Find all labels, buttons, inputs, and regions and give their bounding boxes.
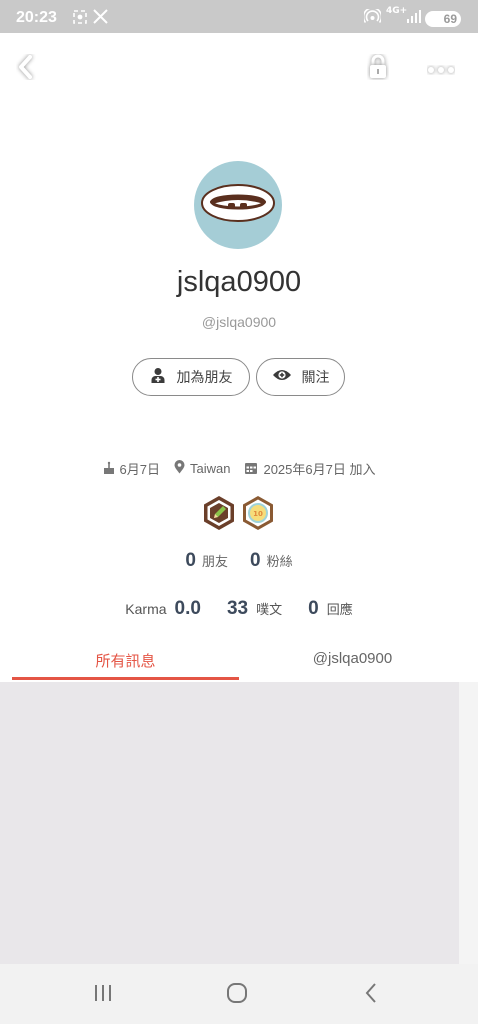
add-user-icon <box>150 367 167 388</box>
friends-stat[interactable]: 0 朋友 <box>185 550 228 572</box>
follow-button[interactable]: 關注 <box>256 358 345 396</box>
more-dots-icon <box>427 60 455 79</box>
battery-indicator: 69 <box>425 11 461 27</box>
tab-user-handle[interactable]: @jslqa0900 <box>239 650 466 680</box>
birthday-text: 6月7日 <box>119 462 160 477</box>
system-back-button[interactable] <box>351 978 391 1012</box>
tab-all-messages[interactable]: 所有訊息 <box>12 650 239 680</box>
add-friend-label: 加為朋友 <box>176 370 233 386</box>
display-name: jslqa0900 <box>176 266 302 298</box>
joined-text: 2025年6月7日 加入 <box>263 462 376 477</box>
calendar-icon <box>244 461 258 477</box>
friends-count: 0 <box>185 550 196 571</box>
lock-icon <box>367 54 389 84</box>
recent-apps-button[interactable] <box>83 978 123 1012</box>
status-time: 20:23 <box>16 9 57 26</box>
number-badge[interactable]: 10 <box>241 495 275 531</box>
badge-number: 10 <box>253 510 263 518</box>
location-text: Taiwan <box>190 461 231 476</box>
back-button[interactable] <box>9 52 43 86</box>
profile-meta: 6月7日 Taiwan 2025年6月7日 加入 <box>0 459 478 478</box>
joined-info: 2025年6月7日 加入 <box>244 459 375 478</box>
friends-fans-stats: 0 朋友 0 粉絲 <box>0 550 478 572</box>
fans-count: 0 <box>250 550 261 571</box>
chevron-left-icon <box>16 54 36 84</box>
cake-icon <box>103 461 115 477</box>
messages-feed[interactable] <box>0 682 459 964</box>
plurks-count: 33 <box>226 598 249 619</box>
karma-stats: Karma 0.0 33 噗文 0 回應 <box>0 598 478 620</box>
network-type: 4G+ <box>386 6 408 16</box>
responses-count: 0 <box>308 598 319 619</box>
signal-icon <box>406 9 421 27</box>
screenshot-icon <box>72 9 88 29</box>
sleepy-eye-avatar-icon <box>201 184 275 222</box>
more-options-button[interactable] <box>424 52 458 86</box>
friends-label: 朋友 <box>201 555 228 570</box>
status-bar: 20:23 4G+ 69 <box>0 0 478 33</box>
user-handle: @jslqa0900 <box>201 314 277 330</box>
responses-label: 回應 <box>326 603 353 618</box>
x-logo-icon <box>93 9 108 28</box>
fans-stat[interactable]: 0 粉絲 <box>250 550 293 572</box>
pencil-badge-icon <box>204 496 234 530</box>
fans-label: 粉絲 <box>266 555 293 570</box>
back-arrow-icon <box>363 982 379 1008</box>
follow-label: 關注 <box>301 370 330 386</box>
privacy-lock-button[interactable] <box>361 52 395 86</box>
avatar[interactable] <box>194 161 282 249</box>
feed-scrollbar-track[interactable] <box>459 682 478 964</box>
home-button[interactable] <box>217 978 257 1012</box>
karma-label: Karma <box>125 601 167 617</box>
home-circle-icon <box>226 982 248 1008</box>
hotspot-icon <box>362 7 383 28</box>
karma-value: 0.0 <box>174 598 201 619</box>
plurks-label: 噗文 <box>256 603 283 618</box>
pencil-badge[interactable] <box>202 495 236 531</box>
battery-level: 69 <box>443 12 457 26</box>
location-info: Taiwan <box>174 459 230 478</box>
birthday-info: 6月7日 <box>103 459 160 478</box>
recent-apps-icon <box>92 983 114 1007</box>
eye-icon <box>272 368 292 386</box>
location-pin-icon <box>174 460 185 477</box>
add-friend-button[interactable]: 加為朋友 <box>132 358 250 396</box>
